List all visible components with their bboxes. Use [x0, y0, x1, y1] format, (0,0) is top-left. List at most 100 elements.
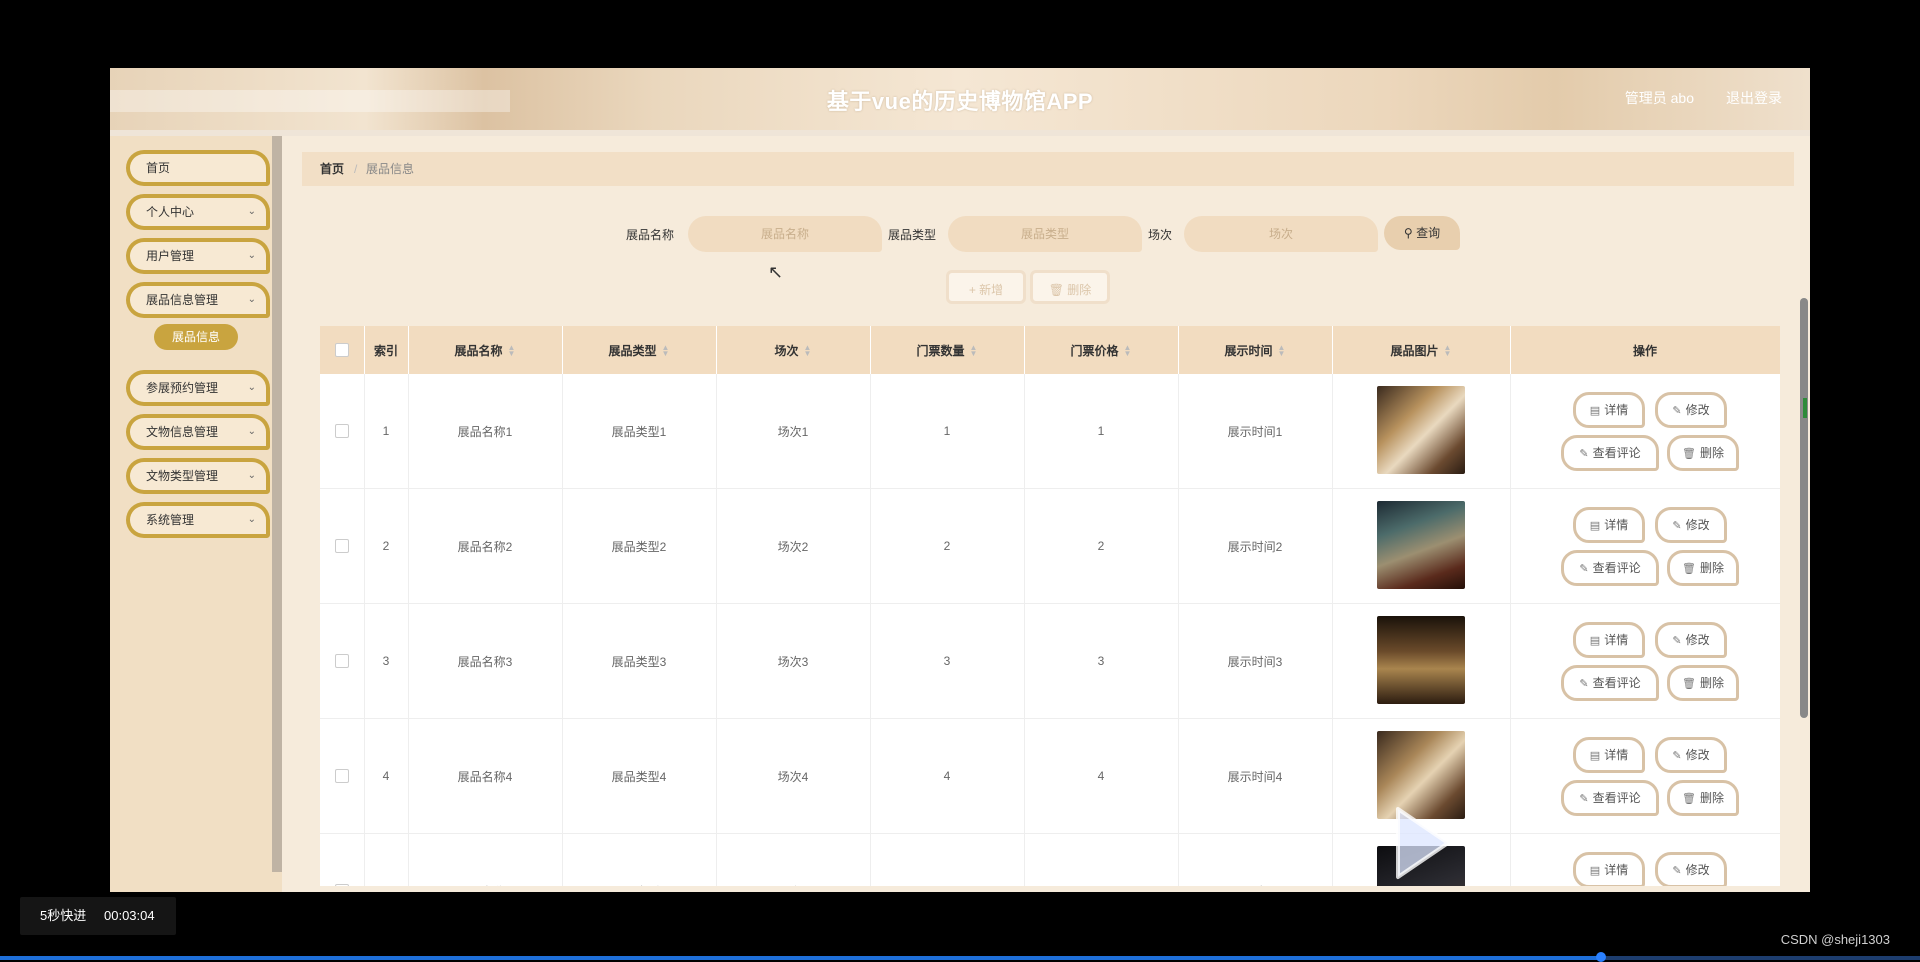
sidebar-item-relic-type-management[interactable]: 文物类型管理 ⌄ [126, 458, 270, 494]
sort-icon: ▲ ▼ [661, 343, 670, 359]
pencil-icon: ✎ [1672, 750, 1682, 762]
sidebar-item-label: 展品信息管理 [146, 293, 219, 307]
view-comments-button[interactable]: ✎ 查看评论 [1561, 780, 1659, 816]
video-progress-handle[interactable] [1596, 952, 1606, 962]
cell-qty: 2 [870, 488, 1025, 604]
cell-image [1332, 488, 1511, 604]
detail-button[interactable]: ▤ 详情 [1573, 852, 1645, 886]
edit-button[interactable]: ✎ 修改 [1655, 622, 1727, 658]
detail-button[interactable]: ▤ 详情 [1573, 392, 1645, 428]
view-comments-label: 查看评论 [1592, 791, 1641, 805]
edit-button[interactable]: ✎ 修改 [1655, 392, 1727, 428]
cell-name: 展品名称2 [408, 488, 563, 604]
col-header-label: 场次 [774, 343, 799, 358]
sidebar-subitem-exhibit-info[interactable]: 展品信息 [154, 324, 238, 350]
trash-icon: 🗑 [1682, 563, 1696, 575]
batch-delete-button[interactable]: 🗑 删除 [1030, 270, 1110, 304]
detail-button[interactable]: ▤ 详情 [1573, 622, 1645, 658]
delete-button[interactable]: 🗑 删除 [1667, 435, 1739, 471]
row-select-cell [320, 603, 365, 719]
table-row: 4 展品名称4 展品类型4 场次4 4 4 展示时间4 ▤ 详情 ✎ 修改 ✎ 查看评论 🗑 删除 [320, 718, 1780, 834]
sidebar-item-label: 个人中心 [146, 205, 195, 219]
sort-icon: ▲ ▼ [1123, 343, 1132, 359]
col-header-qty[interactable]: 门票数量 ▲ ▼ [870, 326, 1025, 374]
edit-button[interactable]: ✎ 修改 [1655, 852, 1727, 886]
exhibit-image[interactable] [1377, 385, 1465, 474]
cell-type: 展品类型1 [562, 374, 717, 489]
sidebar-item-exhibit-management[interactable]: 展品信息管理 ⌄ [126, 282, 270, 318]
cell-session: 场次5 [716, 833, 871, 886]
video-progress-bar[interactable] [0, 952, 1920, 962]
breadcrumb-current: 展品信息 [366, 162, 415, 176]
video-controls: 5秒快进 00:03:04 [20, 897, 176, 935]
edit-label: 修改 [1685, 748, 1710, 762]
row-actions: ▤详情 ✎修改 ✎查看评论🗑删除 [1555, 616, 1739, 706]
cell-price: 2 [1024, 488, 1179, 604]
sidebar-item-personal-center[interactable]: 个人中心 ⌄ [126, 194, 270, 230]
search-icon: ⚲ [1403, 226, 1413, 240]
sidebar-item-label: 文物信息管理 [146, 425, 219, 439]
sidebar-item-relic-management[interactable]: 文物信息管理 ⌄ [126, 414, 270, 450]
delete-button[interactable]: 🗑 删除 [1667, 665, 1739, 701]
col-header-type[interactable]: 展品类型 ▲ ▼ [562, 326, 717, 374]
view-comments-button[interactable]: ✎ 查看评论 [1561, 550, 1659, 586]
cell-type: 展品类型3 [562, 603, 717, 719]
col-header-image[interactable]: 展品图片 ▲ ▼ [1332, 326, 1511, 374]
cell-session: 场次3 [716, 603, 871, 719]
sidebar-item-system-management[interactable]: 系统管理 ⌄ [126, 502, 270, 538]
detail-button[interactable]: ▤ 详情 [1573, 507, 1645, 543]
exhibit-image[interactable] [1377, 500, 1465, 589]
search-input-session[interactable] [1184, 216, 1378, 252]
play-icon[interactable] [1392, 805, 1452, 881]
cell-index: 4 [364, 718, 409, 834]
search-input-name[interactable] [688, 216, 882, 252]
sidebar-item-reservation-management[interactable]: 参展预约管理 ⌄ [126, 370, 270, 406]
cell-actions: ▤详情 ✎修改 ✎查看评论🗑删除 [1510, 374, 1780, 489]
sidebar-scrollbar[interactable] [272, 136, 282, 872]
logout-link[interactable]: 退出登录 [1726, 88, 1782, 108]
sidebar-item-home[interactable]: 首页 [126, 150, 270, 186]
row-checkbox[interactable] [334, 769, 349, 784]
view-comments-button[interactable]: ✎ 查看评论 [1561, 435, 1659, 471]
table-row: 1 展品名称1 展品类型1 场次1 1 1 展示时间1 ▤ 详情 ✎ 修改 ✎ 查看评论 🗑 删除 [320, 374, 1780, 489]
row-checkbox[interactable] [334, 884, 349, 886]
col-header-label: 展品图片 [1390, 343, 1439, 358]
row-select-cell [320, 374, 365, 489]
search-button[interactable]: ⚲ 查询 [1384, 216, 1460, 250]
detail-button[interactable]: ▤ 详情 [1573, 737, 1645, 773]
sidebar-item-label: 文物类型管理 [146, 469, 219, 483]
detail-label: 详情 [1604, 863, 1629, 877]
delete-button[interactable]: 🗑 删除 [1667, 780, 1739, 816]
row-actions: ▤详情✎修改✎查看评论🗑删除 [1555, 731, 1739, 821]
edit-button[interactable]: ✎ 修改 [1655, 507, 1727, 543]
exhibit-image[interactable] [1377, 615, 1465, 704]
fast-forward-button[interactable]: 5秒快进 [40, 897, 86, 935]
breadcrumb-home[interactable]: 首页 [320, 152, 344, 186]
add-button[interactable]: + 新增 [946, 270, 1026, 304]
detail-label: 详情 [1604, 403, 1629, 417]
cell-session: 场次1 [716, 374, 871, 489]
cell-time: 展示时间5 [1178, 833, 1333, 886]
col-header-name[interactable]: 展品名称 ▲ ▼ [408, 326, 563, 374]
row-checkbox[interactable] [334, 424, 349, 439]
page-scrollbar[interactable] [1800, 298, 1808, 718]
cell-index: 2 [364, 488, 409, 604]
cell-index: 5 [364, 833, 409, 886]
sidebar-item-label: 首页 [146, 161, 171, 175]
select-all-checkbox[interactable] [334, 343, 349, 358]
view-comments-button[interactable]: ✎ 查看评论 [1561, 665, 1659, 701]
row-checkbox[interactable] [334, 539, 349, 554]
watermark: CSDN @sheji1303 [1780, 932, 1890, 947]
row-checkbox[interactable] [334, 654, 349, 669]
row-select-cell [320, 833, 365, 886]
delete-button[interactable]: 🗑 删除 [1667, 550, 1739, 586]
sidebar-item-user-management[interactable]: 用户管理 ⌄ [126, 238, 270, 274]
search-input-type[interactable] [948, 216, 1142, 252]
cell-name: 展品名称4 [408, 718, 563, 834]
col-header-session[interactable]: 场次 ▲ ▼ [716, 326, 871, 374]
cell-price: 1 [1024, 374, 1179, 489]
pencil-icon: ✎ [1672, 635, 1682, 647]
col-header-time[interactable]: 展示时间 ▲ ▼ [1178, 326, 1333, 374]
edit-button[interactable]: ✎ 修改 [1655, 737, 1727, 773]
col-header-price[interactable]: 门票价格 ▲ ▼ [1024, 326, 1179, 374]
